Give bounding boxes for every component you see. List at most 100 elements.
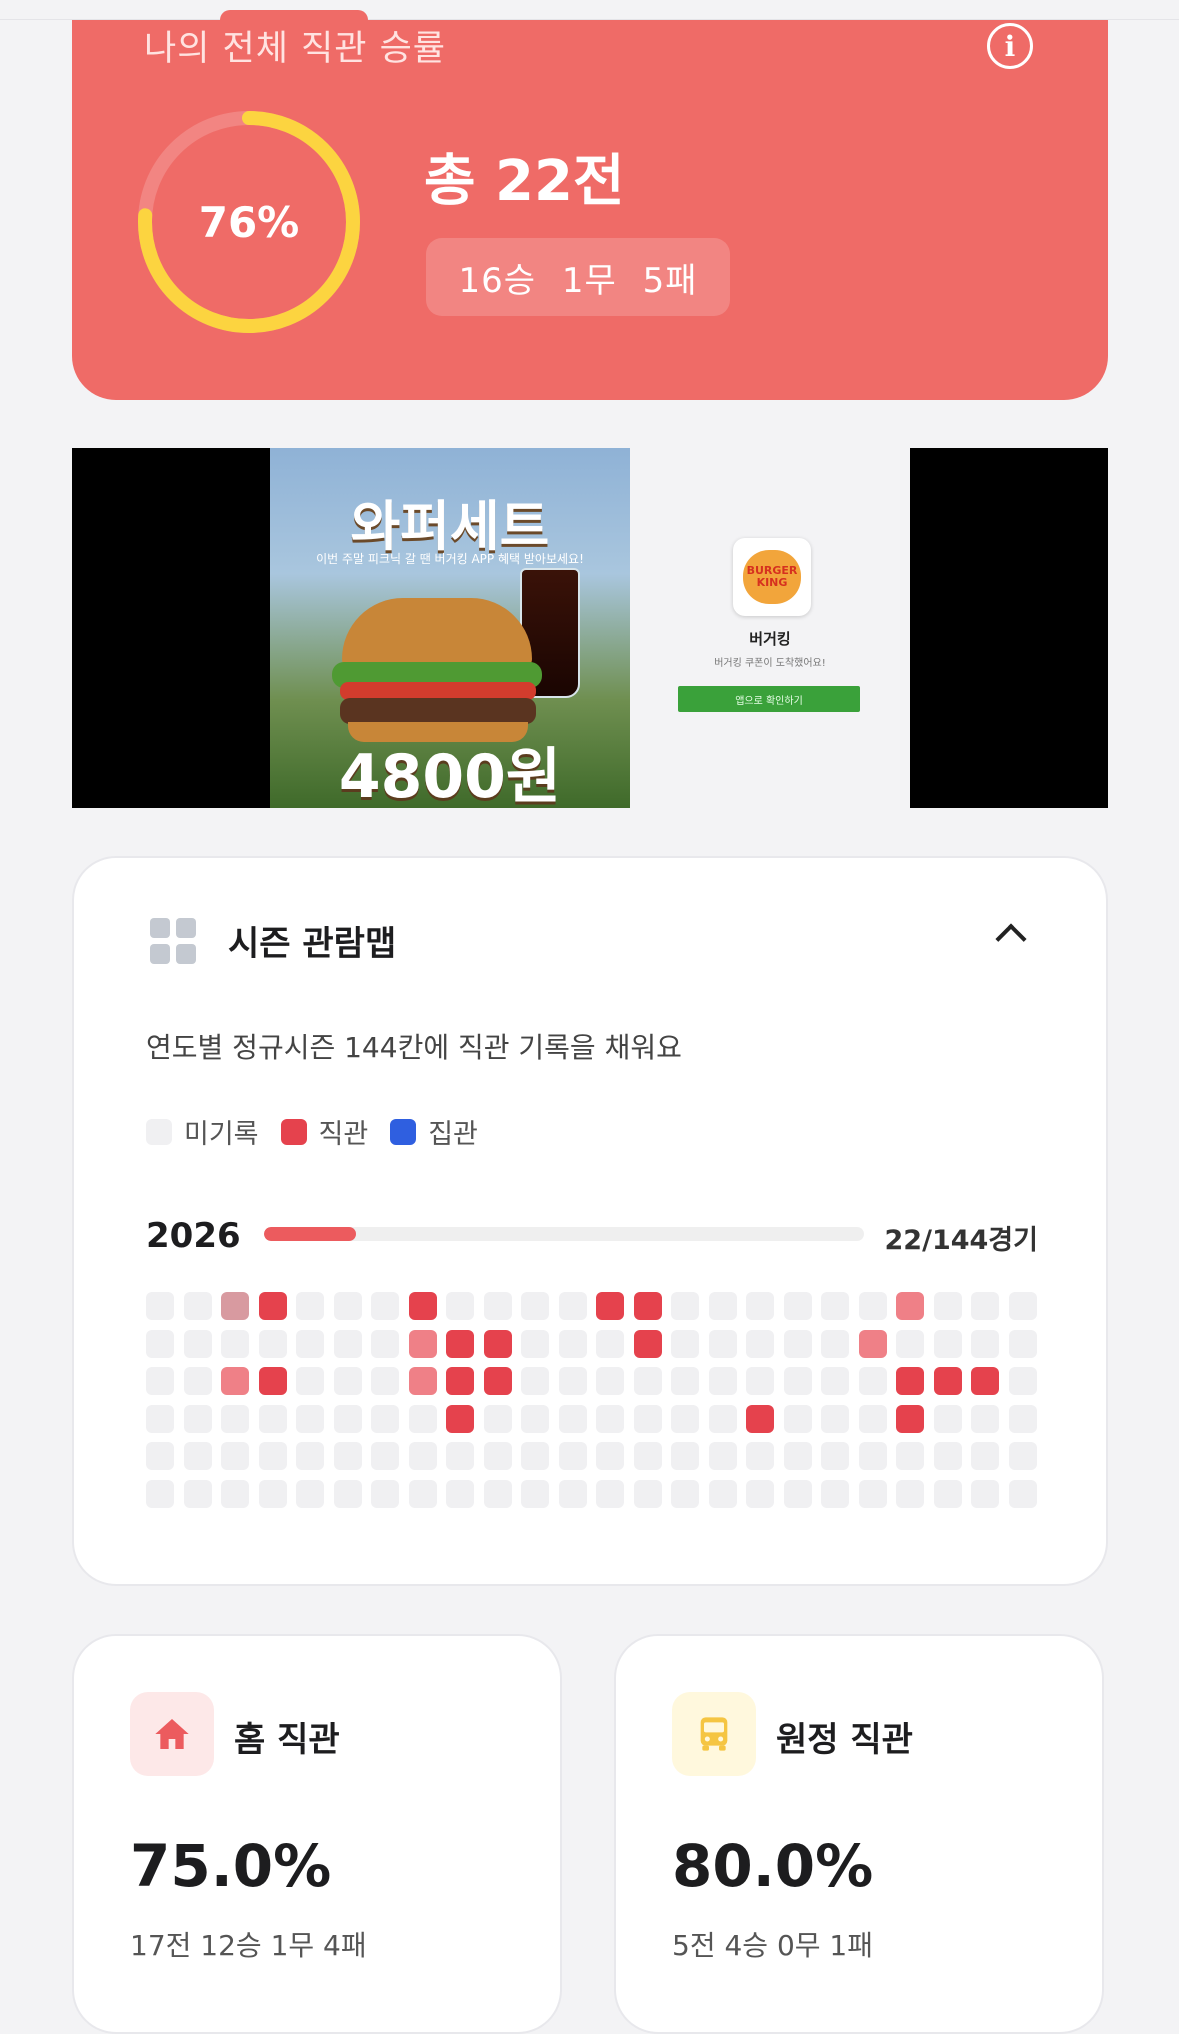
game-cell-empty[interactable]	[446, 1442, 474, 1470]
game-cell-empty[interactable]	[183, 1442, 212, 1470]
game-cell-empty[interactable]	[783, 1479, 812, 1508]
game-cell-empty[interactable]	[783, 1292, 812, 1320]
game-cell-empty[interactable]	[408, 1479, 437, 1508]
game-cell-empty[interactable]	[258, 1404, 287, 1433]
game-cell-empty[interactable]	[821, 1329, 849, 1358]
game-cell-empty[interactable]	[371, 1292, 399, 1320]
game-cell-empty[interactable]	[896, 1442, 924, 1470]
game-cell-empty[interactable]	[596, 1367, 624, 1395]
game-cell-empty[interactable]	[296, 1404, 324, 1433]
game-cell-empty[interactable]	[633, 1367, 662, 1395]
game-cell-attended[interactable]	[221, 1367, 249, 1395]
game-cell-empty[interactable]	[708, 1479, 737, 1508]
game-cell-empty[interactable]	[596, 1479, 624, 1508]
game-cell-empty[interactable]	[971, 1292, 999, 1320]
game-cell-empty[interactable]	[933, 1292, 962, 1320]
game-cell-empty[interactable]	[258, 1479, 287, 1508]
game-cell-empty[interactable]	[183, 1367, 212, 1395]
game-cell-empty[interactable]	[558, 1442, 587, 1470]
game-cell-empty[interactable]	[408, 1442, 437, 1470]
game-cell-empty[interactable]	[183, 1404, 212, 1433]
game-cell-empty[interactable]	[596, 1442, 624, 1470]
game-cell-empty[interactable]	[671, 1367, 699, 1395]
game-cell-empty[interactable]	[221, 1442, 249, 1470]
game-cell-attended[interactable]	[746, 1404, 774, 1433]
game-cell-empty[interactable]	[671, 1292, 699, 1320]
game-cell-empty[interactable]	[971, 1404, 999, 1433]
game-cell-attended[interactable]	[483, 1367, 512, 1395]
game-cell-empty[interactable]	[333, 1479, 362, 1508]
game-cell-attended[interactable]	[896, 1292, 924, 1320]
game-cell-empty[interactable]	[146, 1479, 174, 1508]
game-cell-empty[interactable]	[933, 1479, 962, 1508]
game-cell-empty[interactable]	[183, 1479, 212, 1508]
game-cell-empty[interactable]	[408, 1404, 437, 1433]
game-cell-empty[interactable]	[1008, 1479, 1037, 1508]
game-cell-empty[interactable]	[333, 1404, 362, 1433]
game-cell-empty[interactable]	[783, 1367, 812, 1395]
game-cell-attended[interactable]	[596, 1292, 624, 1320]
game-cell-empty[interactable]	[596, 1329, 624, 1358]
game-cell-empty[interactable]	[221, 1329, 249, 1358]
game-cell-empty[interactable]	[821, 1404, 849, 1433]
game-cell-empty[interactable]	[671, 1404, 699, 1433]
game-cell-empty[interactable]	[146, 1442, 174, 1470]
game-cell-empty[interactable]	[296, 1292, 324, 1320]
game-cell-attended[interactable]	[446, 1404, 474, 1433]
game-cell-empty[interactable]	[783, 1442, 812, 1470]
game-cell-empty[interactable]	[483, 1479, 512, 1508]
game-cell-empty[interactable]	[558, 1292, 587, 1320]
game-cell-empty[interactable]	[446, 1479, 474, 1508]
open-app-button[interactable]: 앱으로 확인하기	[678, 686, 860, 712]
game-cell-empty[interactable]	[971, 1442, 999, 1470]
game-cell-attended[interactable]	[446, 1367, 474, 1395]
game-cell-empty[interactable]	[821, 1479, 849, 1508]
game-cell-empty[interactable]	[821, 1442, 849, 1470]
game-cell-empty[interactable]	[1008, 1367, 1037, 1395]
game-cell-empty[interactable]	[146, 1404, 174, 1433]
game-cell-empty[interactable]	[821, 1367, 849, 1395]
game-cell-empty[interactable]	[783, 1404, 812, 1433]
game-cell-empty[interactable]	[858, 1479, 887, 1508]
game-cell-empty[interactable]	[483, 1404, 512, 1433]
game-cell-empty[interactable]	[521, 1442, 549, 1470]
game-cell-empty[interactable]	[858, 1292, 887, 1320]
game-cell-attended[interactable]	[896, 1367, 924, 1395]
game-cell-empty[interactable]	[933, 1329, 962, 1358]
game-cell-empty[interactable]	[221, 1404, 249, 1433]
game-cell-empty[interactable]	[558, 1479, 587, 1508]
game-cell-empty[interactable]	[746, 1329, 774, 1358]
game-cell-empty[interactable]	[633, 1479, 662, 1508]
game-cell-empty[interactable]	[521, 1479, 549, 1508]
game-cell-empty[interactable]	[296, 1329, 324, 1358]
game-cell-empty[interactable]	[371, 1479, 399, 1508]
game-cell-empty[interactable]	[746, 1442, 774, 1470]
game-cell-empty[interactable]	[371, 1329, 399, 1358]
game-cell-empty[interactable]	[296, 1479, 324, 1508]
game-cell-empty[interactable]	[671, 1479, 699, 1508]
game-cell-empty[interactable]	[296, 1442, 324, 1470]
game-cell-empty[interactable]	[821, 1292, 849, 1320]
game-cell-empty[interactable]	[221, 1479, 249, 1508]
game-cell-attended[interactable]	[446, 1329, 474, 1358]
game-cell-empty[interactable]	[258, 1442, 287, 1470]
game-cell-empty[interactable]	[558, 1367, 587, 1395]
home-stats-card[interactable]: 홈 직관 75.0% 17전 12승 1무 4패	[72, 1634, 562, 2034]
game-cell-attended[interactable]	[258, 1367, 287, 1395]
game-cell-empty[interactable]	[521, 1404, 549, 1433]
game-cell-empty[interactable]	[521, 1329, 549, 1358]
game-cell-empty[interactable]	[333, 1292, 362, 1320]
game-cell-empty[interactable]	[933, 1442, 962, 1470]
game-cell-empty[interactable]	[146, 1292, 174, 1320]
game-cell-attended[interactable]	[408, 1367, 437, 1395]
game-cell-empty[interactable]	[521, 1367, 549, 1395]
game-cell-empty[interactable]	[633, 1404, 662, 1433]
game-cell-empty[interactable]	[858, 1367, 887, 1395]
game-cell-empty[interactable]	[633, 1442, 662, 1470]
game-cell-empty[interactable]	[333, 1442, 362, 1470]
game-cell-empty[interactable]	[1008, 1442, 1037, 1470]
game-cell-empty[interactable]	[746, 1367, 774, 1395]
game-cell-empty[interactable]	[483, 1442, 512, 1470]
game-cell-empty[interactable]	[183, 1329, 212, 1358]
game-cell-empty[interactable]	[558, 1404, 587, 1433]
